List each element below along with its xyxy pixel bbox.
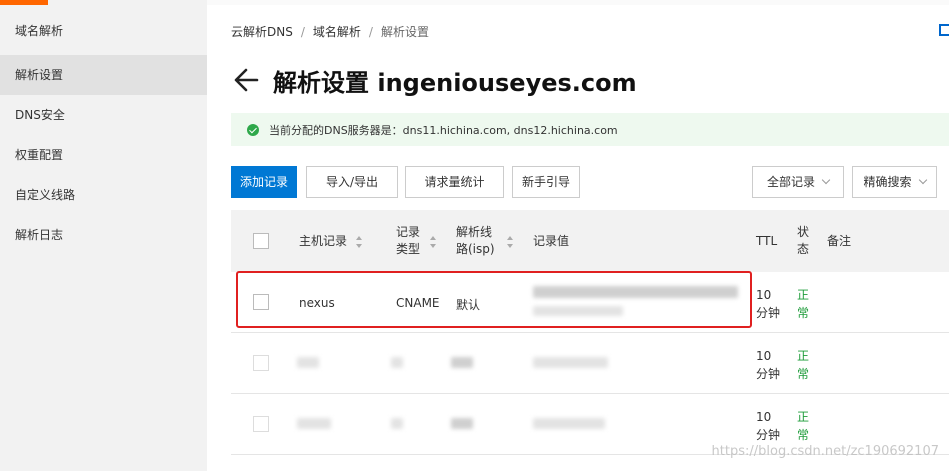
redacted-type xyxy=(391,418,403,429)
header-value: 记录值 xyxy=(533,234,570,248)
add-record-button[interactable]: 添加记录 xyxy=(231,166,297,198)
redacted-line xyxy=(451,418,473,429)
import-export-button[interactable]: 导入/导出 xyxy=(306,166,398,198)
header-host[interactable]: 主机记录 xyxy=(299,233,347,250)
sidebar: 域名解析 解析设置 DNS安全 权重配置 自定义线路 解析日志 xyxy=(0,0,207,471)
header-type-line1: 记录 xyxy=(396,225,421,239)
chevron-down-icon xyxy=(821,175,831,185)
breadcrumb-cloud-dns[interactable]: 云解析DNS xyxy=(231,25,293,39)
record-filter-label: 全部记录 xyxy=(766,175,815,189)
back-arrow-icon[interactable] xyxy=(231,65,261,95)
redacted-type xyxy=(391,357,403,368)
select-all-checkbox[interactable] xyxy=(253,233,269,249)
header-status-line1: 状 xyxy=(797,225,810,239)
row-ttl-value: 10 xyxy=(756,288,772,302)
brand-accent-bar xyxy=(0,0,48,5)
redacted-line xyxy=(451,357,473,368)
row-line: 默认 xyxy=(456,298,481,312)
edge-panel-icon[interactable] xyxy=(939,24,949,36)
redacted-host xyxy=(297,418,331,429)
redacted-value xyxy=(533,357,608,368)
row-ttl-value: 10 xyxy=(756,349,772,363)
sidebar-item-resolution-log[interactable]: 解析日志 xyxy=(0,215,207,255)
redacted-value xyxy=(533,306,623,316)
row-ttl-unit: 分钟 xyxy=(756,428,781,442)
row-status: 正 xyxy=(797,288,810,302)
page-title: 解析设置 ingeniouseyes.com xyxy=(273,68,637,97)
breadcrumb-separator: / xyxy=(368,25,373,39)
table-header: 主机记录 记录 类型 解析线 路(isp) 记录值 TTL 状 态 备注 xyxy=(231,210,949,272)
sidebar-item-domain-resolution[interactable]: 域名解析 xyxy=(0,11,207,51)
redacted-value xyxy=(533,286,738,298)
row-ttl-unit: 分钟 xyxy=(756,306,781,320)
main-content: 云解析DNS / 域名解析 / 解析设置 解析设置 ingeniouseyes.com … xyxy=(207,0,949,471)
row-status: 常 xyxy=(797,306,810,320)
title-row: 解析设置 ingeniouseyes.com xyxy=(231,60,637,100)
header-remark: 备注 xyxy=(827,234,852,248)
breadcrumb: 云解析DNS / 域名解析 / 解析设置 xyxy=(231,23,429,40)
sidebar-item-weight-config[interactable]: 权重配置 xyxy=(0,135,207,175)
sidebar-item-dns-security[interactable]: DNS安全 xyxy=(0,95,207,135)
header-type-line2: 类型 xyxy=(396,242,421,256)
row-host: nexus xyxy=(299,296,335,310)
header-line-line2: 路(isp) xyxy=(456,242,495,256)
table-row[interactable]: nexus CNAME 默认 10 分钟 正 常 xyxy=(231,272,949,333)
breadcrumb-current: 解析设置 xyxy=(380,25,429,39)
redacted-host xyxy=(297,357,319,368)
dns-server-info-text: 当前分配的DNS服务器是：dns11.hichina.com, dns12.hi… xyxy=(269,123,618,137)
sort-line-icon[interactable] xyxy=(507,236,514,248)
row-ttl-value: 10 xyxy=(756,410,772,424)
table-row[interactable]: 10 分钟 正 常 xyxy=(231,333,949,394)
row-checkbox[interactable] xyxy=(253,294,269,310)
sidebar-item-custom-line[interactable]: 自定义线路 xyxy=(0,175,207,215)
header-line-line1: 解析线 xyxy=(456,225,493,239)
row-status: 常 xyxy=(797,367,810,381)
row-ttl-unit: 分钟 xyxy=(756,367,781,381)
sidebar-item-resolution-settings[interactable]: 解析设置 xyxy=(0,55,207,95)
toolbar: 添加记录 导入/导出 请求量统计 新手引导 全部记录 精确搜索 xyxy=(231,166,949,198)
watermark: https://blog.csdn.net/zc190692107 xyxy=(711,444,939,459)
sort-host-icon[interactable] xyxy=(356,236,363,248)
redacted-value xyxy=(533,418,605,429)
request-stats-button[interactable]: 请求量统计 xyxy=(405,166,504,198)
breadcrumb-domain-resolution[interactable]: 域名解析 xyxy=(313,25,361,39)
sort-type-icon[interactable] xyxy=(430,236,437,248)
row-checkbox[interactable] xyxy=(253,416,269,432)
header-status-line2: 态 xyxy=(797,242,810,256)
record-filter-select[interactable]: 全部记录 xyxy=(752,166,844,198)
top-strip xyxy=(207,0,949,5)
row-checkbox[interactable] xyxy=(253,355,269,371)
check-circle-icon xyxy=(247,123,259,136)
guide-button[interactable]: 新手引导 xyxy=(512,166,580,198)
row-status: 正 xyxy=(797,410,810,424)
dns-server-info-bar: 当前分配的DNS服务器是：dns11.hichina.com, dns12.hi… xyxy=(231,113,949,146)
row-status: 常 xyxy=(797,428,810,442)
row-type: CNAME xyxy=(396,296,440,310)
exact-search-label: 精确搜索 xyxy=(863,175,912,189)
exact-search-select[interactable]: 精确搜索 xyxy=(852,166,937,198)
row-status: 正 xyxy=(797,349,810,363)
chevron-down-icon xyxy=(918,175,927,185)
header-ttl: TTL xyxy=(756,234,778,248)
breadcrumb-separator: / xyxy=(300,25,305,39)
